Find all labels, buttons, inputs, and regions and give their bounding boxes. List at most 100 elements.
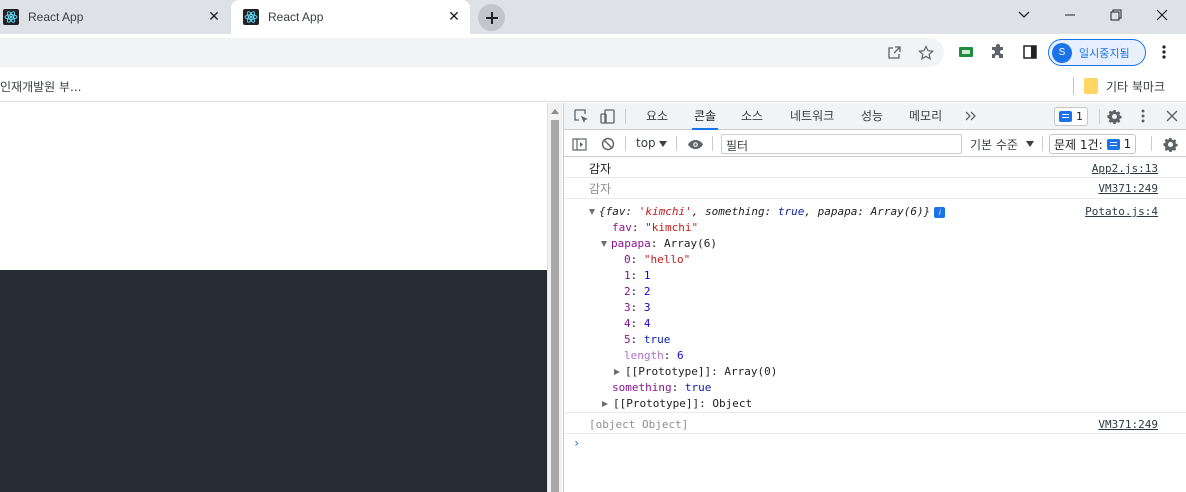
more-options-icon[interactable] [1134, 107, 1152, 125]
issues-count: 1 [1076, 110, 1083, 123]
property-value: Object [712, 397, 753, 410]
issues-label: 문제 1건: [1054, 137, 1103, 152]
array-index: 1 [624, 269, 631, 282]
log-text: 감자 [589, 162, 612, 176]
dropdown-arrow-icon [1026, 141, 1034, 147]
bookmark-star-icon[interactable] [916, 43, 936, 63]
preview-value: Array(6) [870, 205, 924, 218]
array-item: 0: "hello" [624, 253, 691, 266]
divider [625, 136, 626, 151]
tab-title: React App [268, 10, 324, 24]
close-icon [1156, 9, 1168, 21]
array-index: 4 [624, 317, 631, 330]
object-preview[interactable]: {fav: 'kimchi', something: true, papapa:… [589, 205, 946, 218]
caret-right-icon[interactable] [602, 401, 608, 407]
bookmark-item[interactable]: 인재개발원 부... [0, 78, 82, 95]
inspect-element-icon[interactable] [572, 107, 590, 125]
browser-tab[interactable]: React App ✕ [0, 0, 230, 34]
new-tab-button[interactable] [478, 4, 505, 31]
other-bookmarks[interactable]: 기타 북마크 [1106, 78, 1165, 95]
message-icon [1059, 111, 1072, 122]
tab-performance[interactable]: 성능 [861, 103, 883, 130]
array-index: 2 [624, 285, 631, 298]
console-settings-icon[interactable] [1161, 135, 1179, 153]
property-value: Array(6) [664, 237, 717, 250]
restore-button[interactable] [1093, 0, 1139, 30]
scroll-up-arrow-icon[interactable] [551, 109, 559, 114]
more-tabs-icon[interactable] [962, 107, 980, 125]
browser-toolbar: S 일시중지됨 [0, 34, 1186, 71]
log-level-selector[interactable]: 기본 수준 [970, 136, 1018, 153]
extension-icon[interactable] [956, 42, 976, 62]
issues-label-count: 1 [1123, 137, 1132, 151]
profile-button[interactable]: S 일시중지됨 [1048, 39, 1146, 66]
source-link[interactable]: VM371:249 [1098, 418, 1158, 431]
prototype-row[interactable]: [[Prototype]]: Object [602, 397, 752, 410]
tab-search-button[interactable] [1001, 0, 1047, 30]
folder-icon [1084, 78, 1098, 94]
array-index: 0 [624, 253, 631, 266]
source-link[interactable]: Potato.js:4 [1085, 205, 1158, 218]
avatar: S [1052, 42, 1072, 63]
device-toolbar-icon[interactable] [598, 107, 616, 125]
tab-sources[interactable]: 소스 [741, 103, 763, 130]
source-link[interactable]: VM371:249 [1098, 182, 1158, 195]
preview-brace: } [923, 205, 931, 218]
array-value: "hello" [643, 253, 691, 266]
preview-brace: { [599, 205, 606, 218]
react-icon [243, 9, 259, 25]
page-content-light [0, 103, 547, 270]
array-item: 3: 3 [624, 301, 651, 314]
property-key: papapa [611, 237, 651, 250]
issues-badge[interactable]: 1 [1054, 107, 1088, 126]
puzzle-icon[interactable] [988, 42, 1008, 62]
menu-kebab-icon[interactable] [1154, 42, 1174, 62]
restore-icon [1110, 9, 1122, 21]
property-value: "kimchi" [645, 221, 699, 234]
close-icon[interactable]: ✕ [206, 9, 222, 25]
profile-label: 일시중지됨 [1079, 46, 1130, 60]
clear-console-icon[interactable] [599, 135, 617, 153]
minimize-button[interactable] [1047, 0, 1093, 30]
side-panel-icon[interactable] [1020, 42, 1040, 62]
sidebar-toggle-icon[interactable] [570, 135, 588, 153]
tab-memory[interactable]: 메모리 [909, 103, 942, 130]
page-viewport[interactable] [0, 103, 547, 492]
divider [1073, 77, 1074, 95]
gear-icon[interactable] [1105, 107, 1123, 125]
property-key: [[Prototype]] [625, 365, 712, 378]
window-close-button[interactable] [1139, 0, 1185, 30]
address-bar[interactable] [0, 38, 944, 67]
tab-elements[interactable]: 요소 [646, 103, 668, 130]
context-selector[interactable]: top [636, 136, 656, 150]
filter-input[interactable]: 필터 [721, 134, 962, 154]
browser-tab-active[interactable]: React App ✕ [231, 0, 470, 34]
eye-icon[interactable] [686, 135, 704, 153]
caret-down-icon[interactable] [589, 209, 595, 215]
console-prompt-icon[interactable]: › [573, 436, 580, 450]
property-row[interactable]: papapa: Array(6) [601, 237, 717, 250]
issues-counter-button[interactable]: 문제 1건: 1 [1049, 134, 1137, 154]
page-scrollbar[interactable] [547, 103, 562, 492]
close-icon[interactable]: ✕ [446, 9, 462, 25]
console-output[interactable]: 감자 App2.js:13 감자 VM371:249 Potato.js:4 {… [564, 158, 1186, 492]
source-link[interactable]: App2.js:13 [1092, 162, 1158, 175]
tab-console[interactable]: 콘솔 [692, 103, 719, 130]
tab-strip: React App ✕ React App ✕ [0, 0, 1186, 34]
share-icon[interactable] [884, 43, 904, 63]
divider [1042, 136, 1043, 151]
property-key: [[Prototype]] [613, 397, 700, 410]
scrollbar-thumb[interactable] [551, 120, 559, 492]
property-value: true [684, 381, 712, 394]
tab-network[interactable]: 네트워크 [790, 103, 834, 130]
react-icon [3, 9, 19, 25]
close-icon[interactable] [1163, 107, 1181, 125]
console-message: [object Object] VM371:249 [564, 414, 1186, 434]
array-item: 2: 2 [624, 285, 651, 298]
info-icon[interactable]: i [934, 206, 946, 218]
caret-right-icon[interactable] [614, 369, 620, 375]
property-key: fav [612, 221, 632, 234]
dropdown-arrow-icon [659, 141, 667, 147]
caret-down-icon[interactable] [601, 241, 607, 247]
prototype-row[interactable]: [[Prototype]]: Array(0) [614, 365, 777, 378]
